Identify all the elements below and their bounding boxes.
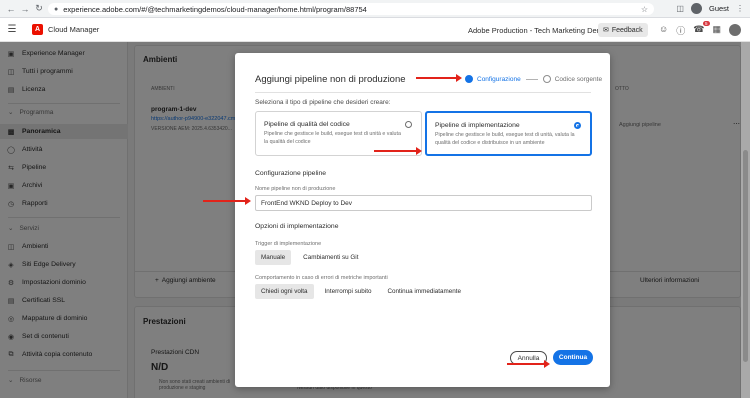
annotation-arrow: [374, 147, 422, 155]
bell-icon[interactable]: ☎: [693, 24, 704, 37]
back-icon[interactable]: ←: [4, 2, 18, 16]
url-text: experience.adobe.com/#/@techmarketingdem…: [63, 4, 367, 14]
hamburger-icon[interactable]: ☰: [0, 24, 24, 35]
feedback-label: Feedback: [611, 26, 643, 34]
app-name[interactable]: Cloud Manager: [48, 25, 99, 34]
chat-icon[interactable]: ☺: [659, 24, 668, 37]
trigger-manual-option[interactable]: Manuale: [255, 250, 292, 265]
trigger-label: Trigger di implementazione: [255, 241, 322, 247]
continue-button[interactable]: Continua: [553, 350, 593, 365]
metrics-ask-option[interactable]: Chiedi ogni volta: [255, 284, 314, 299]
add-pipeline-dialog: Aggiungi pipeline non di produzione Conf…: [235, 53, 610, 387]
sidebar-toggle-icon[interactable]: ◫: [676, 4, 684, 13]
step-active-icon: [465, 75, 473, 83]
stepper: Configurazione Codice sorgente: [465, 75, 602, 83]
browser-menu-icon[interactable]: ⋮: [736, 4, 744, 13]
deployment-pipeline-card[interactable]: Pipeline di implementazione Pipeline che…: [425, 111, 592, 156]
pipeline-type-prompt: Seleziona il tipo di pipeline che deside…: [255, 99, 391, 106]
lock-icon: ●: [54, 5, 59, 13]
profile-avatar[interactable]: [690, 3, 702, 14]
feedback-icon: ✉: [603, 27, 609, 34]
metrics-behavior-label: Comportamento in caso di errori di metri…: [255, 275, 388, 281]
metrics-segmented-control: Chiedi ogni volta Interrompi subito Cont…: [255, 284, 467, 299]
notification-badge: 5: [703, 21, 710, 26]
adobe-logo: A: [32, 24, 43, 35]
annotation-arrow: [203, 197, 251, 205]
trigger-segmented-control: Manuale Cambiamenti su Git: [255, 250, 364, 265]
metrics-stop-option[interactable]: Interrompi subito: [319, 284, 378, 299]
forward-icon[interactable]: →: [18, 2, 32, 16]
browser-toolbar: ← → ↻ ● experience.adobe.com/#/@techmark…: [0, 0, 750, 18]
deploy-options-heading: Opzioni di implementazione: [255, 223, 339, 230]
card-title: Pipeline di qualità del codice: [264, 121, 350, 128]
pipeline-name-input[interactable]: FrontEnd WKND Deploy to Dev: [255, 195, 592, 211]
user-avatar[interactable]: [728, 24, 741, 36]
annotation-arrow: [416, 74, 462, 82]
card-title: Pipeline di implementazione: [435, 122, 520, 129]
help-icon[interactable]: ⓘ: [676, 24, 685, 37]
dialog-title: Aggiungi pipeline non di produzione: [255, 74, 406, 85]
step-configuration: Configurazione: [477, 75, 521, 83]
profile-label[interactable]: Guest: [709, 4, 729, 13]
bookmark-star-icon[interactable]: ☆: [641, 5, 648, 14]
page-scrollbar[interactable]: [741, 42, 750, 398]
trigger-git-option[interactable]: Cambiamenti su Git: [297, 250, 364, 265]
card-description: Pipeline che gestisce le build, esegue t…: [264, 131, 401, 145]
scroll-thumb[interactable]: [743, 150, 748, 362]
pipeline-name-label: Nome pipeline non di produzione: [255, 186, 336, 192]
app-header: ☰ A Cloud Manager Adobe Production - Tec…: [0, 18, 750, 42]
dialog-divider: [255, 92, 591, 93]
metrics-continue-option[interactable]: Continua immediatamente: [381, 284, 467, 299]
pipeline-config-heading: Configurazione pipeline: [255, 170, 327, 177]
card-description: Pipeline che gestisce le build, esegue t…: [435, 132, 575, 146]
org-switcher[interactable]: Adobe Production - Tech Marketing Demos: [468, 26, 611, 35]
step-source-code: Codice sorgente: [554, 75, 603, 83]
step-connector: [525, 78, 538, 80]
radio-unselected[interactable]: [405, 121, 412, 128]
apps-grid-icon[interactable]: ▦: [712, 24, 721, 37]
step-inactive-icon: [542, 75, 551, 83]
annotation-arrow: [507, 360, 550, 368]
feedback-button[interactable]: ✉ Feedback: [598, 23, 648, 37]
address-bar[interactable]: ● experience.adobe.com/#/@techmarketingd…: [48, 3, 654, 15]
radio-selected[interactable]: [574, 122, 581, 129]
reload-icon[interactable]: ↻: [32, 2, 46, 16]
